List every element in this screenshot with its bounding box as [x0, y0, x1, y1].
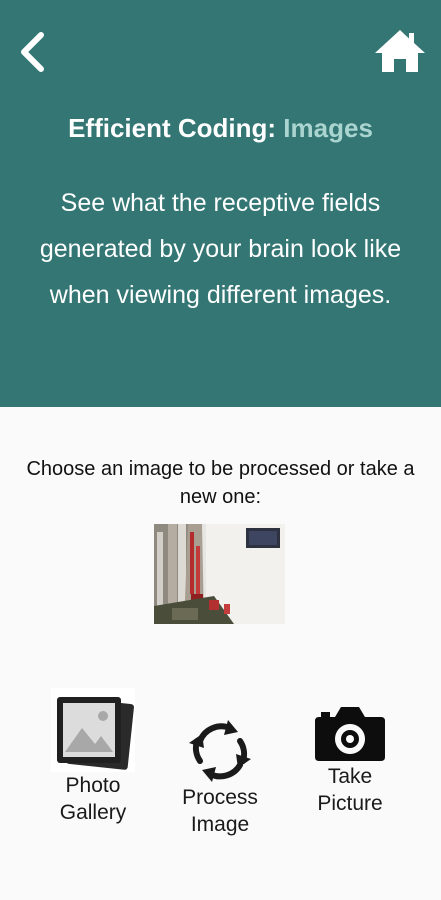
home-button[interactable] — [374, 28, 426, 74]
thumbnail-photo — [154, 524, 285, 624]
photo-gallery-button[interactable]: Photo Gallery — [40, 688, 146, 826]
process-image-label-line1: Process — [182, 786, 258, 809]
title-accent: Images — [283, 113, 373, 143]
photo-gallery-label-line2: Gallery — [59, 801, 127, 824]
home-icon — [375, 30, 425, 72]
page-title: Efficient Coding: Images — [0, 110, 441, 146]
photo-gallery-icon — [51, 688, 135, 772]
page-description: See what the receptive fields generated … — [39, 189, 402, 309]
take-picture-label-line1: Take — [327, 765, 373, 788]
process-image-label-line2: Image — [190, 813, 250, 836]
take-picture-button[interactable]: Take Picture — [297, 703, 403, 817]
back-button[interactable] — [14, 28, 54, 76]
camera-icon — [315, 707, 385, 761]
photo-gallery-label-line1: Photo — [65, 774, 121, 797]
process-image-button[interactable]: Process Image — [167, 718, 273, 838]
take-picture-label-line2: Picture — [317, 792, 383, 815]
choose-image-prompt: Choose an image to be processed or take … — [26, 458, 415, 508]
header-banner: Efficient Coding: Images See what the re… — [0, 0, 441, 407]
refresh-cycle-icon — [189, 720, 251, 782]
selected-image-thumbnail[interactable] — [154, 524, 285, 624]
title-prefix: Efficient Coding: — [68, 113, 277, 143]
back-arrow-icon — [21, 32, 44, 72]
